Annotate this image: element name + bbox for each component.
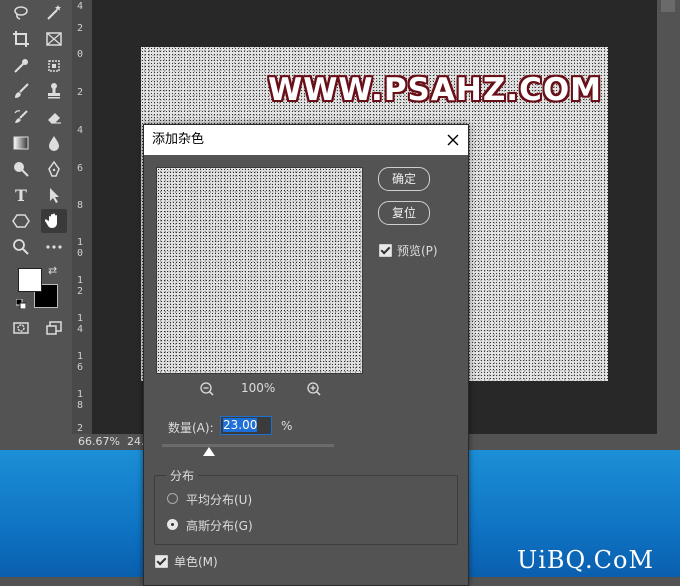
amount-slider-track[interactable]: [162, 444, 334, 447]
amount-input[interactable]: 23.00: [220, 416, 272, 435]
monochrome-checkbox-label[interactable]: 单色(M): [174, 553, 218, 570]
preview-zoom-controls: 100%: [156, 379, 363, 399]
ruler-tick: 6: [77, 163, 84, 174]
site-watermark: UiBQ.CoM: [517, 546, 655, 574]
right-panel-edge: [657, 0, 680, 434]
lasso-icon[interactable]: [10, 3, 32, 23]
ruler-tick: 2: [77, 87, 84, 98]
crop-icon[interactable]: [10, 29, 32, 49]
reset-button[interactable]: 复位: [378, 201, 430, 225]
uniform-radio[interactable]: [167, 493, 178, 504]
gradient-icon[interactable]: [10, 133, 32, 153]
close-icon[interactable]: [444, 131, 462, 149]
uniform-radio-label[interactable]: 平均分布(U): [186, 491, 252, 508]
swap-colors-icon[interactable]: ⇄: [48, 264, 57, 277]
ruler-tick: 4: [77, 324, 84, 335]
ruler-tick: 2: [77, 423, 84, 434]
path-select-icon[interactable]: [43, 185, 65, 205]
add-noise-dialog: 添加杂色 100% 确定 复位 预览(P) 数量(A): 23.00 % 分布 …: [143, 124, 469, 586]
vertical-ruler: 4 2 0 2 4 6 8 1 0 1 2 1 4 1 6 1 8 2: [72, 0, 93, 434]
tools-panel: T ⇄: [0, 0, 73, 450]
ruler-tick: 1: [77, 237, 84, 248]
zoom-level[interactable]: 66.67%: [78, 434, 120, 450]
blur-icon[interactable]: [43, 133, 65, 153]
ruler-tick: 6: [77, 362, 84, 373]
ruler-tick: 1: [77, 313, 84, 324]
ruler-tick: 8: [77, 200, 84, 211]
amount-unit: %: [281, 419, 293, 433]
more-icon[interactable]: [43, 237, 65, 257]
brush-icon[interactable]: [10, 81, 32, 101]
monochrome-checkbox[interactable]: [155, 555, 168, 568]
default-colors-icon[interactable]: [15, 298, 27, 310]
document-info[interactable]: 24.: [127, 434, 145, 450]
preview-checkbox[interactable]: [379, 244, 392, 257]
ruler-tick: 0: [77, 49, 84, 60]
scrollbar-thumb[interactable]: [661, 0, 675, 12]
ok-button[interactable]: 确定: [378, 167, 430, 191]
svg-text:T: T: [15, 186, 27, 204]
gaussian-radio-label[interactable]: 高斯分布(G): [186, 517, 253, 534]
ruler-tick: 0: [77, 248, 84, 259]
magic-wand-icon[interactable]: [43, 3, 65, 23]
preview-zoom-percent: 100%: [241, 381, 276, 395]
zoom-out-icon[interactable]: [199, 381, 215, 397]
dialog-title: 添加杂色: [152, 132, 205, 147]
frame-icon[interactable]: [43, 29, 65, 49]
filter-preview[interactable]: [156, 167, 363, 374]
shape-icon[interactable]: [10, 211, 32, 231]
amount-label: 数量(A):: [168, 421, 214, 435]
preview-checkbox-label: 预览(P): [397, 244, 438, 258]
quick-mask-icon[interactable]: [10, 318, 32, 338]
hand-icon[interactable]: [41, 209, 67, 233]
history-brush-icon[interactable]: [10, 107, 32, 127]
zoom-icon[interactable]: [10, 237, 32, 257]
gaussian-radio[interactable]: [167, 519, 178, 530]
dodge-icon[interactable]: [10, 159, 32, 179]
ruler-tick: 1: [77, 389, 84, 400]
pen-icon[interactable]: [43, 159, 65, 179]
ruler-tick: 2: [77, 286, 84, 297]
ruler-tick: 8: [77, 400, 84, 411]
ruler-tick: 2: [77, 23, 84, 34]
zoom-in-icon[interactable]: [306, 381, 322, 397]
eraser-icon[interactable]: [43, 107, 65, 127]
distribution-group: [154, 475, 458, 545]
distribution-title: 分布: [166, 467, 199, 484]
amount-slider-thumb[interactable]: [203, 447, 215, 456]
ruler-tick: 4: [77, 125, 84, 136]
screen-mode-icon[interactable]: [43, 318, 65, 338]
healing-icon[interactable]: [43, 56, 65, 76]
eyedropper-icon[interactable]: [10, 56, 32, 76]
ruler-tick: 4: [77, 1, 84, 12]
canvas-watermark-text: WWW.PSAHZ.COM: [268, 72, 603, 108]
type-icon[interactable]: T: [10, 185, 32, 205]
ruler-tick: 1: [77, 275, 84, 286]
dialog-titlebar[interactable]: 添加杂色: [144, 125, 468, 155]
amount-value: 23.00: [223, 418, 258, 432]
foreground-color-swatch[interactable]: [18, 268, 42, 292]
stamp-icon[interactable]: [43, 81, 65, 101]
ruler-tick: 1: [77, 351, 84, 362]
